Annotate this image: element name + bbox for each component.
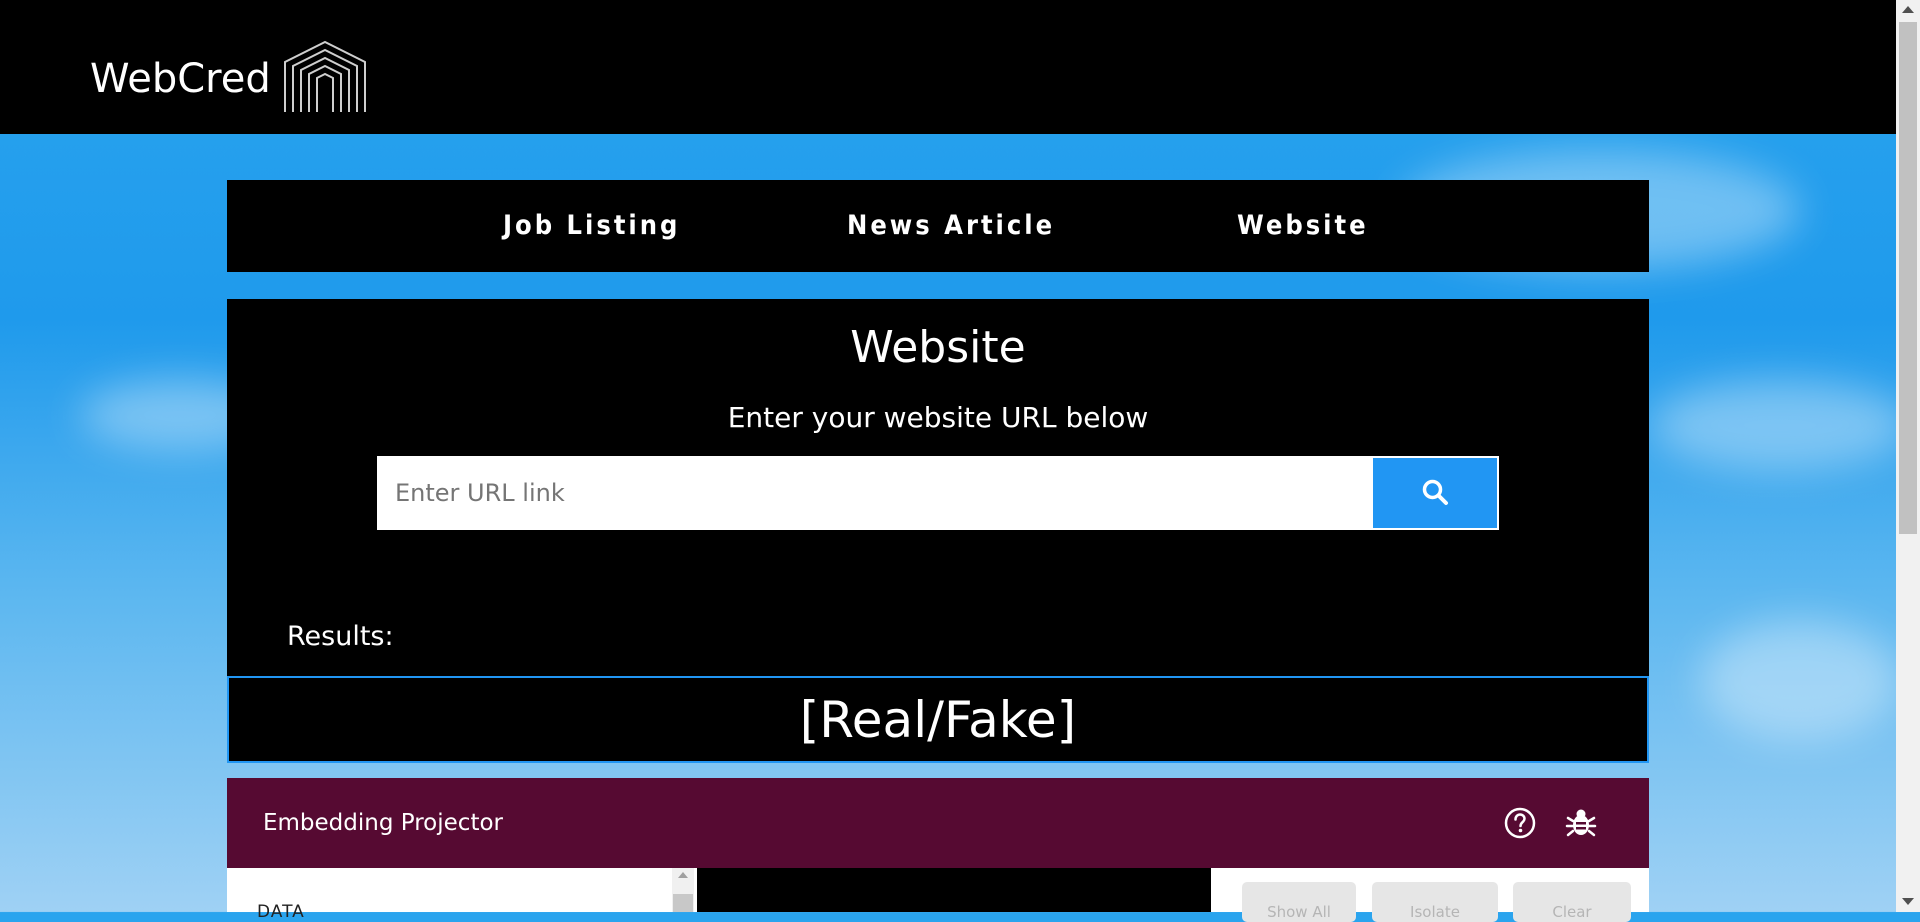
clear-button[interactable]: Clear bbox=[1513, 882, 1631, 922]
scroll-up-arrow-icon[interactable] bbox=[1902, 6, 1914, 13]
page-scroll-thumb[interactable] bbox=[1899, 22, 1917, 534]
projector-title: Embedding Projector bbox=[263, 810, 503, 836]
brand[interactable]: WebCred bbox=[90, 40, 367, 118]
search-button[interactable] bbox=[1373, 458, 1497, 528]
background-cloud bbox=[1650, 380, 1910, 470]
show-all-button[interactable]: Show All bbox=[1242, 882, 1356, 922]
nav-news-article[interactable]: News Article bbox=[847, 210, 1055, 241]
projector-scroll-thumb[interactable] bbox=[673, 894, 693, 912]
url-input[interactable] bbox=[377, 456, 1371, 530]
category-nav: Job Listing News Article Website bbox=[227, 180, 1649, 272]
projector-header: Embedding Projector bbox=[227, 778, 1649, 868]
data-section-label: DATA bbox=[257, 902, 305, 922]
url-search-bar bbox=[377, 456, 1499, 530]
scroll-up-arrow-icon[interactable] bbox=[678, 872, 688, 878]
results-label: Results: bbox=[287, 621, 394, 652]
page-subtitle: Enter your website URL below bbox=[727, 401, 1149, 434]
top-bar: WebCred bbox=[0, 0, 1896, 134]
bug-icon[interactable] bbox=[1564, 806, 1598, 844]
nav-job-listing[interactable]: Job Listing bbox=[503, 210, 680, 241]
projector-canvas[interactable] bbox=[697, 868, 1211, 912]
search-icon bbox=[1421, 478, 1449, 509]
webcred-logo-icon bbox=[283, 40, 367, 118]
scroll-down-arrow-icon[interactable] bbox=[1902, 898, 1914, 905]
result-box: [Real/Fake] bbox=[227, 676, 1649, 763]
result-value: [Real/Fake] bbox=[799, 690, 1077, 749]
nav-website[interactable]: Website bbox=[1237, 210, 1369, 241]
projector-data-panel: DATA bbox=[227, 868, 697, 922]
help-icon[interactable] bbox=[1503, 806, 1537, 844]
page-title: Website bbox=[850, 322, 1026, 373]
brand-name: WebCred bbox=[90, 56, 271, 102]
background-cloud bbox=[1700, 620, 1900, 740]
isolate-button[interactable]: Isolate bbox=[1372, 882, 1498, 922]
